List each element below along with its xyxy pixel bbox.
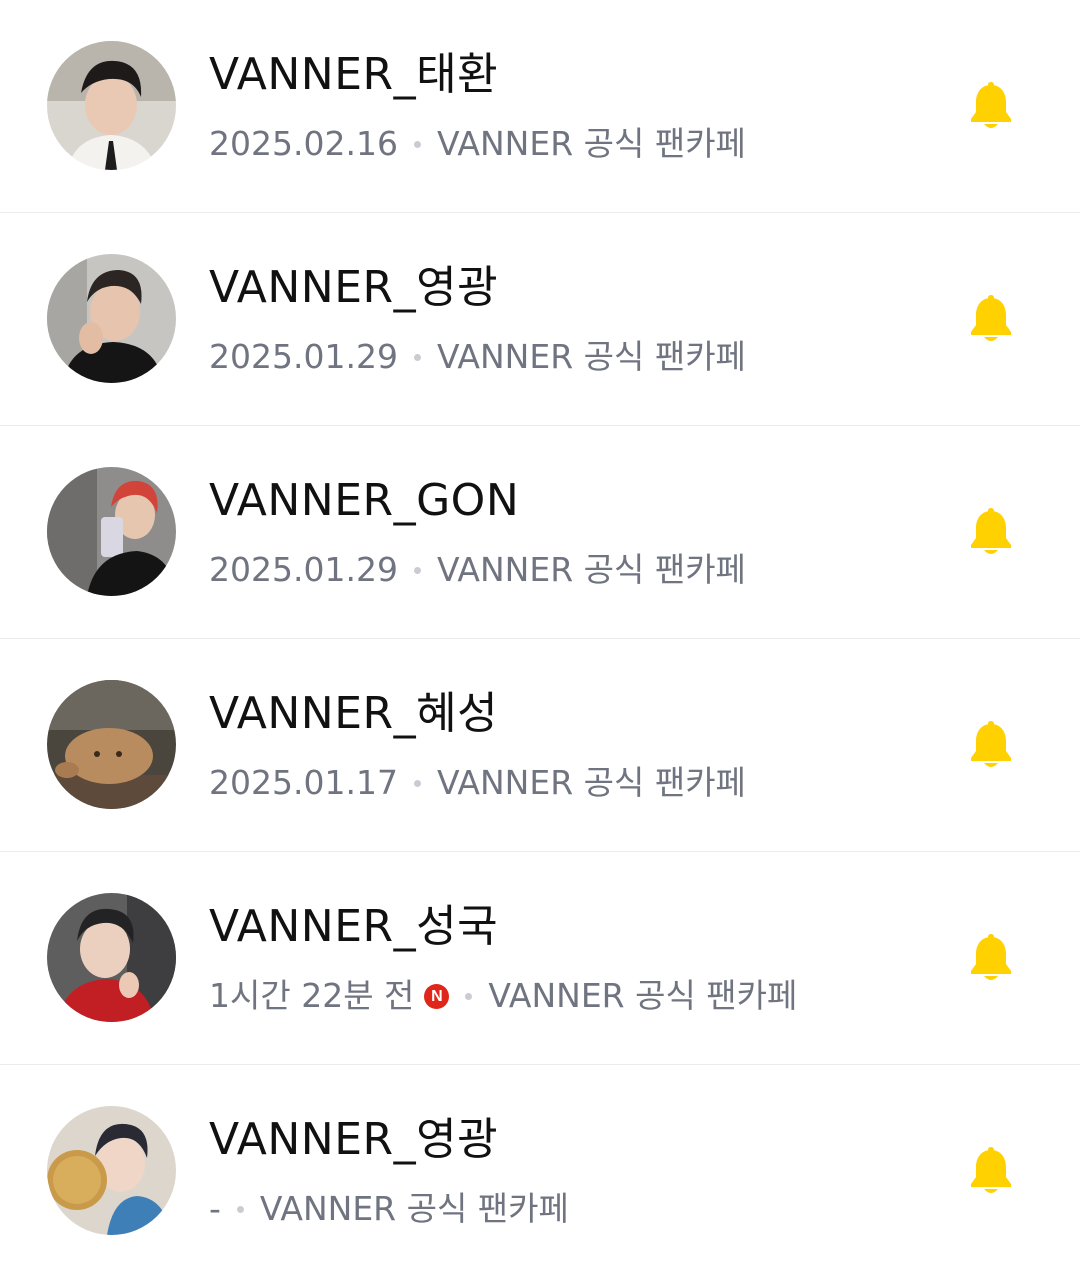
separator-dot	[413, 353, 421, 361]
post-date: 2025.01.29	[209, 550, 398, 589]
list-item[interactable]: VANNER_영광 - VANNER 공식 팬카페	[0, 1065, 1080, 1278]
channel-name: VANNER_혜성	[209, 688, 499, 739]
separator-dot	[465, 992, 473, 1000]
post-meta: 2025.01.29 VANNER 공식 팬카페	[209, 548, 746, 592]
list-item[interactable]: VANNER_태환 2025.02.16 VANNER 공식 팬카페	[0, 0, 1080, 213]
bell-icon[interactable]	[968, 295, 1014, 345]
channel-name: VANNER_GON	[209, 475, 520, 526]
cafe-name: VANNER 공식 팬카페	[259, 1189, 569, 1228]
cafe-name: VANNER 공식 팬카페	[436, 124, 746, 163]
bell-icon[interactable]	[968, 82, 1014, 132]
list-item[interactable]: VANNER_영광 2025.01.29 VANNER 공식 팬카페	[0, 213, 1080, 426]
profile-photo	[47, 254, 176, 383]
separator-dot	[413, 140, 421, 148]
bell-icon[interactable]	[968, 508, 1014, 558]
cafe-name: VANNER 공식 팬카페	[436, 337, 746, 376]
profile-photo	[47, 1106, 176, 1235]
post-meta: 2025.01.29 VANNER 공식 팬카페	[209, 335, 746, 379]
channel-name: VANNER_영광	[209, 262, 499, 313]
separator-dot	[413, 566, 421, 574]
post-date: 2025.02.16	[209, 124, 398, 163]
new-badge: N	[424, 983, 450, 1009]
avatar[interactable]	[47, 41, 176, 170]
avatar[interactable]	[47, 254, 176, 383]
list-item[interactable]: VANNER_성국 1시간 22분 전 N VANNER 공식 팬카페	[0, 852, 1080, 1065]
bell-icon[interactable]	[968, 934, 1014, 984]
post-meta: 2025.01.17 VANNER 공식 팬카페	[209, 761, 746, 805]
post-meta: - VANNER 공식 팬카페	[209, 1187, 569, 1231]
post-date: 2025.01.17	[209, 763, 398, 802]
profile-photo	[47, 467, 176, 596]
avatar[interactable]	[47, 1106, 176, 1235]
channel-name: VANNER_성국	[209, 901, 499, 952]
separator-dot	[413, 779, 421, 787]
channel-name: VANNER_영광	[209, 1114, 499, 1165]
avatar[interactable]	[47, 680, 176, 809]
bell-icon[interactable]	[968, 721, 1014, 771]
profile-photo	[47, 41, 176, 170]
post-date: -	[209, 1189, 221, 1228]
post-meta: 2025.02.16 VANNER 공식 팬카페	[209, 122, 746, 166]
channel-name: VANNER_태환	[209, 49, 499, 100]
avatar[interactable]	[47, 467, 176, 596]
avatar[interactable]	[47, 893, 176, 1022]
cafe-name: VANNER 공식 팬카페	[488, 976, 798, 1015]
profile-photo	[47, 893, 176, 1022]
bell-icon[interactable]	[968, 1147, 1014, 1197]
cafe-name: VANNER 공식 팬카페	[436, 763, 746, 802]
separator-dot	[236, 1205, 244, 1213]
cafe-name: VANNER 공식 팬카페	[436, 550, 746, 589]
post-date: 2025.01.29	[209, 337, 398, 376]
profile-photo	[47, 680, 176, 809]
list-item[interactable]: VANNER_GON 2025.01.29 VANNER 공식 팬카페	[0, 426, 1080, 639]
list-item[interactable]: VANNER_혜성 2025.01.17 VANNER 공식 팬카페	[0, 639, 1080, 852]
subscription-list: VANNER_태환 2025.02.16 VANNER 공식 팬카페 VANNE…	[0, 0, 1080, 1278]
post-date: 1시간 22분 전	[209, 976, 415, 1015]
post-meta: 1시간 22분 전 N VANNER 공식 팬카페	[209, 974, 797, 1018]
